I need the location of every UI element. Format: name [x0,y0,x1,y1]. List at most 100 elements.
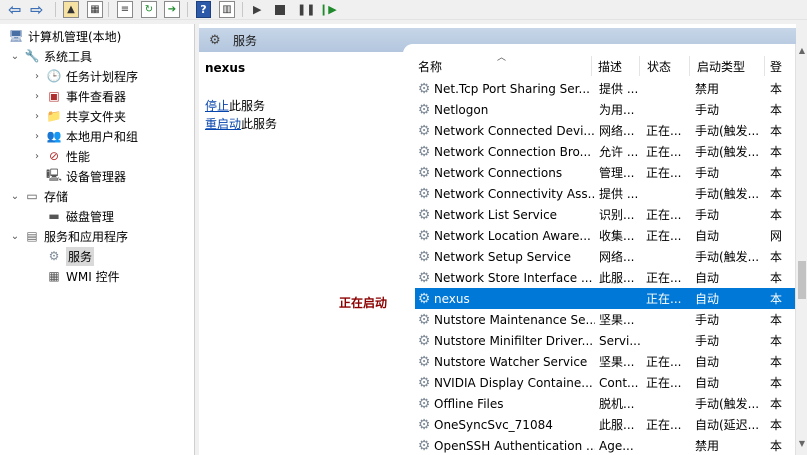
service-name: nexus [434,291,470,306]
tree-item-disk-management[interactable]: ▬ 磁盘管理 [46,206,114,226]
scroll-down-icon[interactable]: ▼ [797,439,807,453]
service-description: 坚果... [599,355,635,369]
collapse-chevron-icon[interactable]: ⌄ [10,191,20,202]
service-row[interactable]: ⚙ Network Connections 管理... 正在... 手动 本 [415,162,795,183]
tree-item-event-viewer[interactable]: › ▣ 事件查看器 [32,86,126,106]
column-header-name[interactable]: 名称 [406,56,592,76]
pause-service-icon[interactable]: ❚❚ [297,1,315,18]
service-row-selected[interactable]: ⚙ nexus 正在... 自动 本 [415,288,795,309]
tree-item-wmi-control[interactable]: ▦ WMI 控件 [46,266,120,286]
disk-icon: ▬ [48,209,60,223]
service-row[interactable]: ⚙ Network Connected Devi... 网络... 正在... 手动(触… [415,120,795,141]
service-row[interactable]: ⚙ OneSyncSvc_71084 此服... 正在... 自动(延迟... 本 [415,414,795,435]
column-header-start-type[interactable]: 启动类型 [690,56,765,76]
tree-item-shared-folders[interactable]: › 📁 共享文件夹 [32,106,126,126]
service-gear-icon: ⚙ [417,395,431,412]
tree-item-task-scheduler[interactable]: › 🕒 任务计划程序 [32,66,138,86]
service-row[interactable]: ⚙ Network Connection Bro... 允许 ... 正在... 手动(… [415,141,795,162]
expand-chevron-icon[interactable]: › [32,91,42,102]
service-row[interactable]: ⚙ Netlogon 为用... 手动 本 [415,99,795,120]
tree-item-label: 事件查看器 [66,89,127,104]
service-logon-as: 本 [770,208,783,222]
service-gear-icon: ⚙ [417,269,431,286]
up-folder-icon[interactable]: ▲ [63,1,79,18]
service-description: 管理... [599,166,635,180]
service-row[interactable]: ⚙ Network Location Aware... 收集... 正在... 自动 网 [415,225,795,246]
service-start-type: 自动 [695,355,720,369]
service-name: Netlogon [434,102,489,117]
forward-arrow-icon[interactable]: ⇨ [30,1,43,18]
service-start-type: 自动 [695,292,720,306]
service-name: Net.Tcp Port Sharing Ser... [434,81,590,96]
tree-item-local-users[interactable]: › 👥 本地用户和组 [32,126,138,146]
tree-item-label: WMI 控件 [66,269,120,284]
vertical-scrollbar[interactable]: ▲ ▼ [795,44,807,455]
tree-item-device-manager[interactable]: 🖳 设备管理器 [46,166,126,186]
service-name: Network Connections [434,165,563,180]
service-status: 正在... [646,418,682,432]
expand-chevron-icon[interactable]: › [32,151,42,162]
service-row[interactable]: ⚙ Nutstore Watcher Service 坚果... 正在... 自动 本 [415,351,795,372]
scroll-up-icon[interactable]: ▲ [797,46,807,60]
service-name: Network Connected Devi... [434,123,595,138]
service-start-type: 手动(触发... [695,250,760,264]
tree-item-services-and-apps[interactable]: ⌄ ▤ 服务和应用程序 [10,226,128,246]
service-name: Network Connection Bro... [434,144,592,159]
service-logon-as: 本 [770,166,783,180]
refresh-icon[interactable]: ↻ [141,1,157,18]
service-row[interactable]: ⚙ Network Setup Service 网络... 手动(触发... 本 [415,246,795,267]
help-icon[interactable]: ? [196,1,211,18]
scrollbar-thumb[interactable] [798,261,806,299]
stop-service-link[interactable]: 停止 [205,99,229,113]
service-row[interactable]: ⚙ Net.Tcp Port Sharing Ser... 提供 ... 禁用 本 [415,78,795,99]
column-header-description[interactable]: 描述 [592,56,640,76]
service-row[interactable]: ⚙ Network Connectivity Ass... 提供 ... 手动(触发.… [415,183,795,204]
service-row[interactable]: ⚙ Offline Files 脱机... 手动(触发... 本 [415,393,795,414]
service-gear-icon: ⚙ [417,311,431,328]
service-row[interactable]: ⚙ Network List Service 识别... 正在... 手动 本 [415,204,795,225]
back-arrow-icon[interactable]: ⇦ [8,1,21,18]
service-row[interactable]: ⚙ NVIDIA Display Containe... Cont... 正在... 自… [415,372,795,393]
start-service-icon[interactable]: ▶ [253,1,261,18]
service-start-type: 自动 [695,229,720,243]
tree-item-system-tools[interactable]: ⌄ 🔧 系统工具 [10,46,92,66]
selected-service-name: nexus [205,61,246,75]
expand-chevron-icon[interactable]: › [32,71,42,82]
tree-item-performance[interactable]: › ⊘ 性能 [32,146,90,166]
service-start-type: 手动 [695,208,720,222]
column-header-status[interactable]: 状态 [640,56,690,76]
column-header-logon[interactable]: 登 [765,56,795,76]
restart-service-link[interactable]: 重启动 [205,117,241,131]
service-logon-as: 本 [770,292,783,306]
collapse-chevron-icon[interactable]: ⌄ [10,51,20,62]
show-hide-tree-icon[interactable]: ▦ [87,1,103,18]
properties-icon[interactable]: ≡ [117,1,133,18]
service-status: 正在... [646,271,682,285]
service-row[interactable]: ⚙ Nutstore Maintenance Se... 坚果... 手动 本 [415,309,795,330]
service-row[interactable]: ⚙ Network Store Interface ... 此服... 正在... 自动… [415,267,795,288]
service-logon-as: 本 [770,82,783,96]
service-status: 正在... [646,292,682,306]
collapse-chevron-icon[interactable]: ⌄ [10,231,20,242]
tree-root[interactable]: 🖥 计算机管理(本地) [8,26,121,46]
expand-chevron-icon[interactable]: › [32,111,42,122]
tree-item-label: 本地用户和组 [66,129,139,144]
tree-root-label: 计算机管理(本地) [28,29,122,44]
expand-chevron-icon[interactable]: › [32,131,42,142]
service-description: 收集... [599,229,635,243]
toolbar-separator [187,2,188,17]
service-start-type: 手动(触发... [695,397,760,411]
column-header-label: 登 [770,59,783,74]
tree-item-services[interactable]: ⚙ 服务 [46,246,95,266]
tree-item-label: 存储 [44,189,69,204]
tree-item-storage[interactable]: ⌄ ▭ 存储 [10,186,68,206]
service-gear-icon: ⚙ [417,227,431,244]
stop-service-icon[interactable] [275,5,285,15]
service-row[interactable]: ⚙ OpenSSH Authentication ... Age... 禁用 本 [415,435,795,455]
action-pane-icon[interactable]: ▥ [219,1,235,18]
export-list-icon[interactable]: ➔ [164,1,180,18]
service-row[interactable]: ⚙ Nutstore Minifilter Driver... Servi... 手动… [415,330,795,351]
service-description: Cont... [599,375,639,390]
column-header-label: 状态 [647,59,672,74]
restart-service-icon[interactable]: ❙▶ [319,1,337,18]
